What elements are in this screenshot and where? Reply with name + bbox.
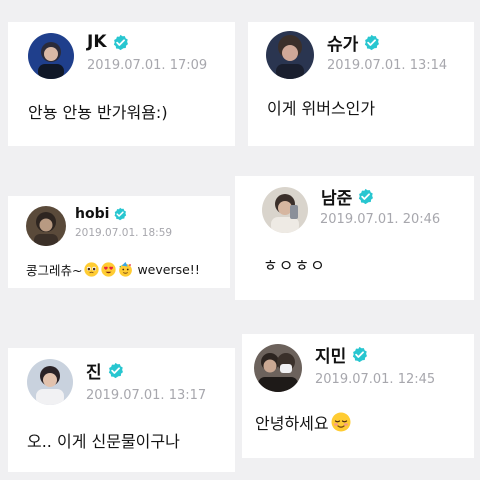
post-text: 이게 위버스인가 xyxy=(267,95,375,119)
verified-badge-icon xyxy=(357,188,374,205)
author-name[interactable]: 슈가 xyxy=(327,30,380,55)
avatar[interactable] xyxy=(266,31,314,79)
relieved-face-emoji xyxy=(331,412,351,432)
author-name[interactable]: 지민 xyxy=(315,342,368,367)
avatar[interactable] xyxy=(28,33,74,79)
post-timestamp: 2019.07.01. 13:14 xyxy=(327,58,448,73)
author-name-text: 남준 xyxy=(321,188,353,209)
heart-eyes-emoji xyxy=(101,262,117,277)
post-text-body: ㅎㅇㅎㅇ xyxy=(263,256,326,275)
verified-badge-icon xyxy=(112,34,129,51)
author-name[interactable]: 진 xyxy=(86,358,124,383)
author-name-text: 지민 xyxy=(315,346,347,367)
author-name-text: 슈가 xyxy=(327,34,359,55)
author-name[interactable]: hobi xyxy=(75,204,127,224)
post-timestamp: 2019.07.01. 17:09 xyxy=(87,58,208,73)
post-card-jin[interactable]: 진 2019.07.01. 13:17 오.. 이게 신문물이구나 xyxy=(8,348,235,472)
post-card-namjoon[interactable]: 남준 2019.07.01. 20:46 ㅎㅇㅎㅇ xyxy=(235,176,474,300)
post-card-jimin[interactable]: 지민 2019.07.01. 12:45 안녕하세요 xyxy=(242,334,474,458)
post-card-suga[interactable]: 슈가 2019.07.01. 13:14 이게 위버스인가 xyxy=(248,22,474,146)
post-text-suffix: weverse!! xyxy=(133,262,200,277)
author-name-text: hobi xyxy=(75,206,110,222)
post-text-body: 안녕하세요 xyxy=(255,414,329,433)
post-text-body: 이게 위버스인가 xyxy=(267,99,376,118)
post-timestamp: 2019.07.01. 13:17 xyxy=(86,388,207,403)
author-name[interactable]: 남준 xyxy=(321,184,374,209)
author-name[interactable]: JK xyxy=(87,30,129,54)
verified-badge-icon xyxy=(113,207,127,221)
post-text: ㅎㅇㅎㅇ xyxy=(263,252,326,276)
party-face-emoji xyxy=(118,262,133,277)
post-text-body: 안뇽 안뇽 반가워욤:) xyxy=(28,103,168,122)
post-text-body: 오.. 이게 신문물이구나 xyxy=(27,432,180,451)
author-name-text: JK xyxy=(87,32,107,52)
post-text: 안뇽 안뇽 반가워욤:) xyxy=(28,99,168,123)
avatar[interactable] xyxy=(262,187,308,233)
avatar[interactable] xyxy=(254,344,302,392)
author-name-text: 진 xyxy=(86,362,102,383)
post-text: 콩그레츄~ weverse!! xyxy=(26,260,200,279)
pleading-face-emoji xyxy=(84,262,100,277)
post-timestamp: 2019.07.01. 18:59 xyxy=(75,227,173,239)
verified-badge-icon xyxy=(351,346,368,363)
post-card-hobi[interactable]: hobi 2019.07.01. 18:59 콩그레츄~ weverse!! xyxy=(8,196,230,288)
post-text: 오.. 이게 신문물이구나 xyxy=(27,428,180,452)
avatar[interactable] xyxy=(27,359,73,405)
post-text-body: 콩그레츄~ xyxy=(26,263,83,278)
post-timestamp: 2019.07.01. 20:46 xyxy=(320,212,441,227)
post-timestamp: 2019.07.01. 12:45 xyxy=(315,372,436,387)
avatar[interactable] xyxy=(26,206,66,246)
verified-badge-icon xyxy=(363,34,380,51)
post-text: 안녕하세요 xyxy=(255,410,351,434)
verified-badge-icon xyxy=(107,362,124,379)
post-card-jk[interactable]: JK 2019.07.01. 17:09 안뇽 안뇽 반가워욤:) xyxy=(8,22,235,146)
